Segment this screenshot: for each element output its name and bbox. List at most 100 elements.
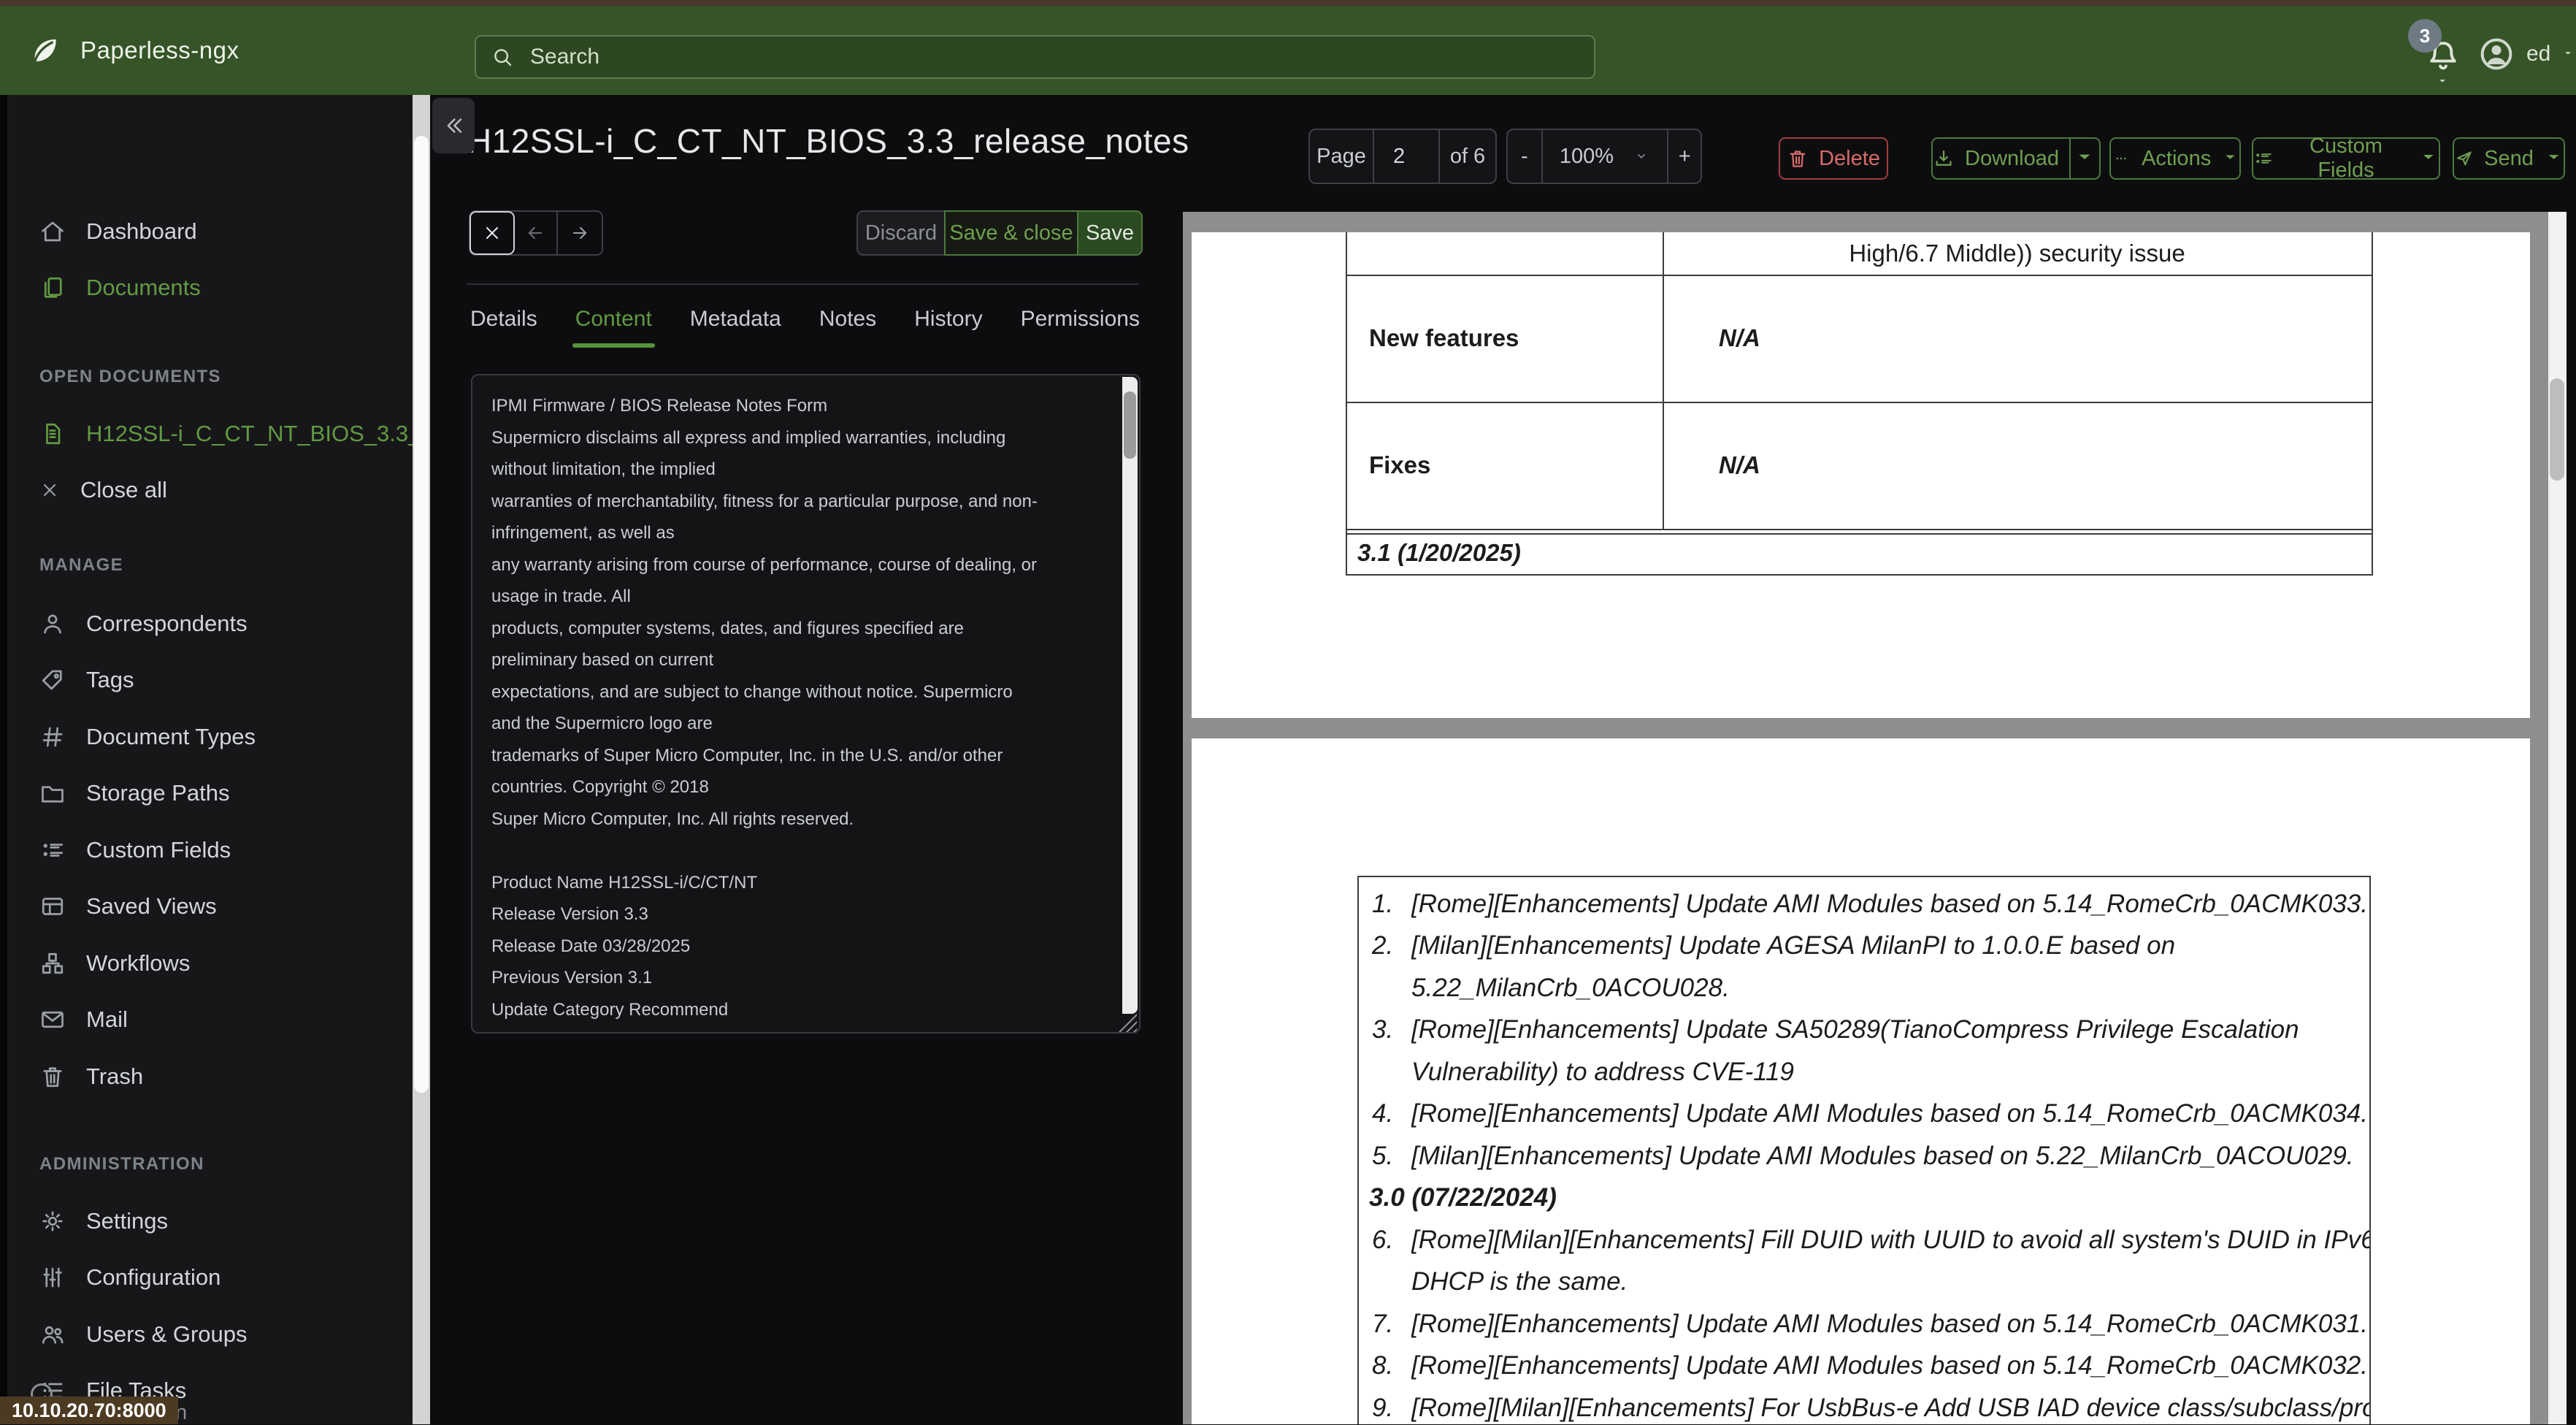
- page-label: Page: [1310, 130, 1374, 183]
- sidebar-item-workflows[interactable]: Workflows: [7, 935, 413, 992]
- close-document-button[interactable]: [469, 211, 515, 255]
- tab-metadata[interactable]: Metadata: [689, 298, 783, 348]
- tab-content[interactable]: Content: [572, 298, 655, 348]
- sidebar-item-label: Document Types: [86, 723, 256, 749]
- list-text: [Milan][Enhancements] Update AGESA Milan…: [1411, 931, 2176, 960]
- list-line: 5.22_MilanCrb_0ACOU028.: [1359, 967, 2369, 1009]
- user-menu[interactable]: ed: [2477, 34, 2575, 75]
- sidebar-item-icon: [39, 837, 66, 863]
- table-row-value: N/A: [1719, 451, 1760, 478]
- sidebar-item-dashboard[interactable]: Dashboard: [7, 203, 413, 259]
- list-text: 5.22_MilanCrb_0ACOU028.: [1411, 973, 1730, 1002]
- release-notes-list: 1. [Rome][Enhancements] Update AMI Modul…: [1357, 876, 2371, 1424]
- previous-document-button[interactable]: [514, 212, 558, 254]
- sidebar-item-trash[interactable]: Trash: [7, 1048, 413, 1105]
- sidebar-item-settings[interactable]: Settings: [7, 1193, 413, 1250]
- table-border: [1663, 232, 1664, 529]
- open-document-label: H12SSL-i_C_CT_NT_BIOS_3.3_rel...: [86, 420, 413, 446]
- list-line: 8. [Rome][Enhancements] Update AMI Modul…: [1359, 1345, 2369, 1388]
- table-border: [1346, 275, 2373, 276]
- window-left-edge: [0, 95, 7, 1424]
- save-button-group: Discard Save & close Save: [856, 210, 1143, 256]
- chevron-down-icon: [2561, 48, 2575, 60]
- document-icon: [39, 421, 66, 447]
- download-icon: [1933, 148, 1955, 169]
- sidebar-item-documents[interactable]: Documents: [7, 259, 413, 316]
- caret-down-icon: [2074, 148, 2096, 169]
- sidebar-item-icon: [39, 893, 66, 920]
- sidebar-item-icon: [39, 780, 66, 806]
- list-marker: 7.: [1372, 1309, 1394, 1338]
- search-input[interactable]: [475, 35, 1595, 79]
- sidebar: Dashboard Documents OPEN DOCUMENTS H12SS…: [7, 95, 413, 1424]
- list-line: Vulnerability) to address CVE-119: [1359, 1051, 2369, 1093]
- sidebar-item-tags[interactable]: Tags: [7, 652, 413, 709]
- sidebar-item-icon: [39, 1321, 66, 1348]
- save-and-close-button[interactable]: Save & close: [944, 210, 1078, 256]
- list-marker: 4.: [1372, 1099, 1394, 1128]
- sidebar-item-users-groups[interactable]: Users & Groups: [7, 1306, 413, 1363]
- send-icon: [2454, 148, 2474, 169]
- caret-down-icon: [2544, 148, 2564, 169]
- sidebar-item-saved-views[interactable]: Saved Views: [7, 879, 413, 936]
- content-textarea[interactable]: IPMI Firmware / BIOS Release Notes Form …: [471, 374, 1141, 1034]
- arrow-left-icon: [525, 223, 545, 243]
- zoom-level-value: 100%: [1559, 144, 1614, 168]
- sidebar-item-custom-fields[interactable]: Custom Fields: [7, 822, 413, 879]
- download-main[interactable]: Download: [1933, 139, 2059, 178]
- discard-button[interactable]: Discard: [856, 210, 944, 256]
- sidebar-item-icon: [39, 1006, 66, 1033]
- table-cell-text: High/6.7 Middle)) security issue: [1849, 240, 2185, 267]
- list-text: [Milan][Enhancements] Update AMI Modules…: [1411, 1141, 2354, 1170]
- list-line: 3.0 (07/22/2024): [1359, 1177, 2369, 1220]
- tab-history[interactable]: History: [913, 298, 984, 348]
- editor-divider: [467, 283, 1139, 285]
- pdf-scrollbar-thumb[interactable]: [2550, 378, 2564, 481]
- notification-badge: 3: [2408, 19, 2442, 53]
- list-line: 5. [Milan][Enhancements] Update AMI Modu…: [1359, 1135, 2369, 1177]
- custom-fields-button[interactable]: Custom Fields: [2252, 134, 2440, 182]
- list-text: [Rome][Enhancements] Update AMI Modules …: [1411, 1099, 2368, 1128]
- delete-button[interactable]: Delete: [1779, 137, 1888, 180]
- sidebar-item-label: Workflows: [86, 950, 191, 976]
- close-icon: [39, 480, 60, 500]
- manage-list: Correspondents Tags Document Types Stora…: [7, 595, 413, 1105]
- table-row-label: Fixes: [1369, 451, 1431, 478]
- actions-button[interactable]: Actions: [2109, 137, 2241, 180]
- sidebar-item-label: Configuration: [86, 1264, 221, 1291]
- sidebar-scrollbar-thumb[interactable]: [414, 136, 429, 1093]
- list-marker: 1.: [1372, 889, 1394, 918]
- page-input[interactable]: [1374, 130, 1440, 183]
- textarea-scrollbar-thumb[interactable]: [1124, 391, 1136, 459]
- sidebar-item-icon: [39, 1264, 66, 1291]
- next-document-button[interactable]: [558, 212, 602, 254]
- list-text: [Rome][Enhancements] Update AMI Modules …: [1411, 1351, 2368, 1380]
- sidebar-item-storage-paths[interactable]: Storage Paths: [7, 765, 413, 822]
- app-name: Paperless-ngx: [80, 37, 239, 64]
- tab-details[interactable]: Details: [469, 298, 539, 348]
- sidebar-item-correspondents[interactable]: Correspondents: [7, 595, 413, 652]
- sidebar-item-label: Saved Views: [86, 893, 217, 920]
- sidebar-item-mail[interactable]: Mail: [7, 992, 413, 1049]
- tab-permissions[interactable]: Permissions: [1019, 298, 1141, 348]
- download-dropdown-toggle[interactable]: [2069, 139, 2099, 178]
- tab-notes[interactable]: Notes: [818, 298, 878, 348]
- zoom-level-dropdown[interactable]: 100%: [1543, 130, 1668, 183]
- list-text: [Rome][Milan][Enhancements] For UsbBus-e…: [1411, 1393, 2369, 1422]
- actions-label: Actions: [2142, 146, 2212, 170]
- sidebar-item-configuration[interactable]: Configuration: [7, 1250, 413, 1307]
- sidebar-collapse-button[interactable]: [432, 98, 475, 153]
- notifications-button[interactable]: 3: [2408, 19, 2478, 92]
- list-line: 1. [Rome][Enhancements] Update AMI Modul…: [1359, 883, 2369, 925]
- sidebar-item-document-types[interactable]: Document Types: [7, 708, 413, 765]
- zoom-in-button[interactable]: +: [1667, 130, 1701, 183]
- search-box: [475, 35, 1595, 79]
- sidebar-item-open-document[interactable]: H12SSL-i_C_CT_NT_BIOS_3.3_rel...: [7, 405, 413, 462]
- sidebar-item-close-all[interactable]: Close all: [7, 462, 413, 518]
- zoom-out-button[interactable]: -: [1508, 130, 1543, 183]
- pdf-page: High/6.7 Middle)) security issue New fea…: [1192, 232, 2530, 718]
- send-button[interactable]: Send: [2453, 137, 2565, 180]
- save-button[interactable]: Save: [1078, 210, 1143, 256]
- download-button[interactable]: Download: [1931, 137, 2101, 180]
- table-border: [1346, 529, 2373, 530]
